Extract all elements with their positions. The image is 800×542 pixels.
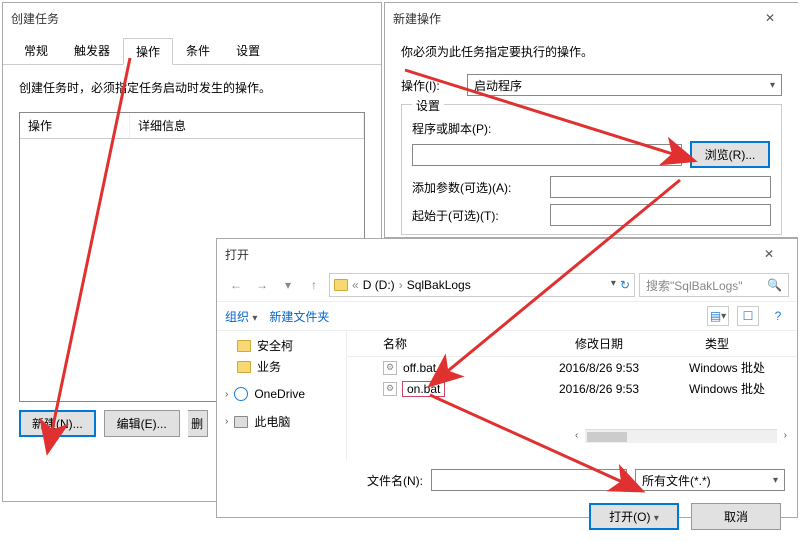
col-detail: 详细信息: [130, 113, 364, 138]
up-icon[interactable]: ↑: [303, 274, 325, 296]
args-label: 添加参数(可选)(A):: [412, 179, 542, 196]
open-dialog-title: 打开: [225, 246, 749, 263]
settings-legend: 设置: [412, 97, 444, 114]
settings-fieldset: 设置 程序或脚本(P): 浏览(R)... 添加参数(可选)(A): 起始于(可…: [401, 104, 782, 235]
search-input[interactable]: 搜索"SqlBakLogs" 🔍: [639, 273, 789, 297]
close-icon[interactable]: ✕: [750, 4, 790, 32]
chevron-right-icon: ›: [225, 389, 228, 400]
open-dialog-toolbar: 组织 ▾ 新建文件夹 ▤ ▾ ☐ ?: [217, 302, 797, 331]
new-action-titlebar: 新建操作 ✕: [385, 3, 798, 33]
chevron-right-icon: ›: [225, 416, 228, 427]
tree-item-onedrive[interactable]: › OneDrive: [225, 385, 338, 403]
chevron-right-icon: ›: [399, 278, 403, 292]
startin-label: 起始于(可选)(T):: [412, 207, 542, 224]
args-input[interactable]: [550, 176, 771, 198]
program-label: 程序或脚本(P):: [412, 120, 771, 137]
browse-button[interactable]: 浏览(R)...: [690, 141, 770, 168]
filename-label: 文件名(N):: [367, 472, 423, 489]
bat-file-icon: ⚙: [383, 361, 397, 375]
folder-icon: [237, 340, 251, 352]
help-icon[interactable]: ?: [767, 306, 789, 326]
tree-item[interactable]: 业务: [225, 356, 338, 377]
file-row[interactable]: ⚙on.bat 2016/8/26 9:53 Windows 批处: [347, 378, 797, 399]
create-task-title: 创建任务: [11, 10, 373, 27]
tree-item-thispc[interactable]: › 此电脑: [225, 411, 338, 432]
bat-file-icon: ⚙: [383, 382, 397, 396]
chevron-down-icon: ▾: [773, 475, 778, 486]
tab-actions[interactable]: 操作: [123, 38, 173, 65]
filename-input[interactable]: [431, 469, 627, 491]
pc-icon: [234, 416, 248, 428]
col-date[interactable]: 修改日期: [567, 331, 697, 356]
onedrive-icon: [234, 387, 248, 401]
tree-item[interactable]: 安全柯: [225, 335, 338, 356]
open-button[interactable]: 打开(O) ▾: [589, 503, 679, 530]
startin-input[interactable]: [550, 204, 771, 226]
folder-tree[interactable]: 安全柯 业务 › OneDrive › 此电脑: [217, 331, 347, 461]
create-task-titlebar: 创建任务: [3, 3, 381, 33]
delete-button[interactable]: 删: [188, 410, 208, 437]
actions-list-header: 操作 详细信息: [20, 113, 364, 139]
file-list[interactable]: 名称 修改日期 类型 ⚙off.bat 2016/8/26 9:53 Windo…: [347, 331, 797, 461]
open-dialog-body: 安全柯 业务 › OneDrive › 此电脑 名称 修改日期 类型 ⚙off.…: [217, 331, 797, 461]
create-task-tabs: 常规 触发器 操作 条件 设置: [3, 33, 381, 65]
chevron-down-icon: ▾: [770, 80, 775, 91]
edit-button[interactable]: 编辑(E)...: [104, 410, 180, 437]
open-dialog-window: 打开 ✕ ← → ▾ ↑ « D (D:) › SqlBakLogs ▾ ↻ 搜…: [216, 238, 798, 518]
new-action-body: 你必须为此任务指定要执行的操作。 操作(I): 启动程序 ▾ 设置 程序或脚本(…: [385, 33, 798, 235]
folder-crumb[interactable]: SqlBakLogs: [407, 278, 471, 292]
col-type[interactable]: 类型: [697, 331, 797, 356]
action-select-value: 启动程序: [474, 77, 522, 94]
program-input[interactable]: [412, 144, 682, 166]
new-action-desc: 你必须为此任务指定要执行的操作。: [401, 43, 782, 60]
open-dialog-nav: ← → ▾ ↑ « D (D:) › SqlBakLogs ▾ ↻ 搜索"Sql…: [217, 269, 797, 302]
tab-general[interactable]: 常规: [11, 37, 61, 64]
action-label: 操作(I):: [401, 77, 461, 94]
organize-menu[interactable]: 组织 ▾: [225, 308, 257, 325]
close-icon[interactable]: ✕: [749, 240, 789, 268]
open-dialog-actions: 打开(O) ▾ 取消: [217, 499, 797, 542]
new-folder-button[interactable]: 新建文件夹: [269, 308, 329, 325]
drive-crumb[interactable]: D (D:): [363, 278, 395, 292]
search-icon: 🔍: [767, 278, 782, 292]
col-name[interactable]: 名称: [375, 331, 567, 356]
tab-settings[interactable]: 设置: [223, 37, 273, 64]
file-list-header: 名称 修改日期 类型: [347, 331, 797, 357]
address-bar[interactable]: « D (D:) › SqlBakLogs ▾ ↻: [329, 273, 635, 297]
actions-desc: 创建任务时，必须指定任务启动时发生的操作。: [19, 79, 365, 96]
open-dialog-titlebar: 打开 ✕: [217, 239, 797, 269]
chevron-left-icon: «: [352, 278, 359, 292]
new-action-title: 新建操作: [393, 10, 750, 27]
tab-triggers[interactable]: 触发器: [61, 37, 123, 64]
refresh-icon[interactable]: ↻: [620, 278, 630, 292]
selected-file: on.bat: [403, 382, 444, 396]
cancel-button[interactable]: 取消: [691, 503, 781, 530]
search-placeholder: 搜索"SqlBakLogs": [646, 277, 743, 294]
folder-icon: [334, 279, 348, 291]
file-row[interactable]: ⚙off.bat 2016/8/26 9:53 Windows 批处: [347, 357, 797, 378]
action-select[interactable]: 启动程序 ▾: [467, 74, 782, 96]
preview-pane-icon[interactable]: ☐: [737, 306, 759, 326]
new-action-window: 新建操作 ✕ 你必须为此任务指定要执行的操作。 操作(I): 启动程序 ▾ 设置…: [384, 2, 798, 238]
new-button[interactable]: 新建(N)...: [19, 410, 96, 437]
folder-icon: [237, 361, 251, 373]
view-icon[interactable]: ▤ ▾: [707, 306, 729, 326]
action-select-row: 操作(I): 启动程序 ▾: [401, 74, 782, 96]
chevron-down-icon[interactable]: ▾: [611, 278, 616, 292]
col-action: 操作: [20, 113, 130, 138]
filename-row: 文件名(N): 所有文件(*.*)▾: [217, 461, 797, 499]
filter-select[interactable]: 所有文件(*.*)▾: [635, 469, 785, 491]
back-icon[interactable]: ←: [225, 274, 247, 296]
forward-icon[interactable]: →: [251, 274, 273, 296]
horizontal-scrollbar[interactable]: ‹›: [585, 429, 777, 443]
tab-conditions[interactable]: 条件: [173, 37, 223, 64]
chevron-down-icon[interactable]: ▾: [277, 274, 299, 296]
